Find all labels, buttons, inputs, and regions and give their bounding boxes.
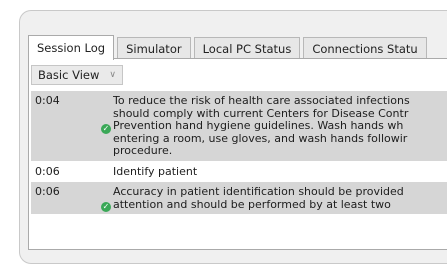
check-circle-icon: ✓ xyxy=(101,202,111,212)
session-log-content: Basic View ∨ 0:04 ✓ To reduce the risk o… xyxy=(28,58,447,250)
tab-local-pc-status[interactable]: Local PC Status xyxy=(193,37,301,59)
log-time: 0:06 xyxy=(35,185,60,198)
log-message: To reduce the risk of health care associ… xyxy=(113,94,410,157)
chevron-down-icon: ∨ xyxy=(109,70,116,80)
log-entry[interactable]: 0:04 ✓ To reduce the risk of health care… xyxy=(31,91,447,162)
log-entry[interactable]: 0:06 ✓ Accuracy in patient identificatio… xyxy=(31,182,447,215)
tab-connections-status[interactable]: Connections Statu xyxy=(303,37,427,59)
view-mode-label: Basic View xyxy=(38,68,100,82)
log-message: Accuracy in patient identification shoul… xyxy=(113,185,404,211)
log-time: 0:06 xyxy=(35,164,60,178)
check-circle-icon: ✓ xyxy=(101,124,111,134)
log-message: Identify patient xyxy=(113,164,198,178)
tab-simulator[interactable]: Simulator xyxy=(117,37,191,59)
log-list: 0:04 ✓ To reduce the risk of health care… xyxy=(31,91,447,215)
log-entry[interactable]: 0:06 Identify patient xyxy=(31,161,447,182)
session-panel: Session Log Simulator Local PC Status Co… xyxy=(19,10,447,264)
log-time: 0:04 xyxy=(35,94,60,107)
tab-bar: Session Log Simulator Local PC Status Co… xyxy=(28,34,430,60)
view-mode-dropdown[interactable]: Basic View ∨ xyxy=(31,65,123,85)
tab-session-log[interactable]: Session Log xyxy=(28,35,115,60)
